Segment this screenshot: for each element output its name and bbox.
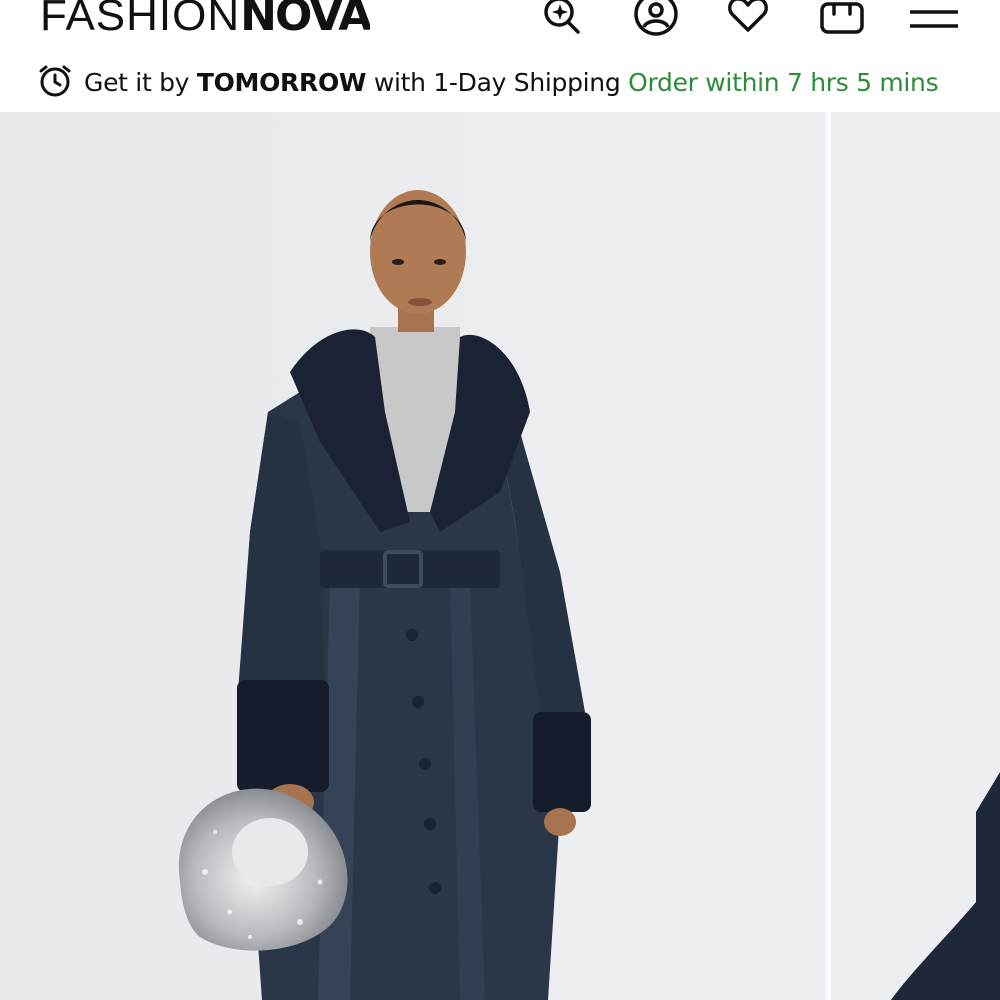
product-gallery[interactable] — [0, 112, 1000, 1000]
clock-icon — [39, 65, 71, 97]
account-icon[interactable] — [632, 0, 680, 40]
product-photo-next[interactable] — [831, 112, 1000, 1000]
shipping-day: TOMORROW — [196, 68, 367, 97]
shipping-countdown: Order within 7 hrs 5 mins — [628, 68, 939, 97]
bag-icon[interactable] — [818, 0, 866, 40]
heart-icon[interactable] — [724, 0, 772, 40]
model-coat-illustration — [0, 112, 826, 1000]
shipping-middle: with 1-Day Shipping — [366, 68, 629, 97]
site-header: FASHION NOVA — [0, 0, 1000, 50]
product-photo-main[interactable] — [0, 112, 826, 1000]
search-sparkle-icon[interactable] — [538, 0, 586, 40]
next-photo-preview — [831, 112, 1000, 1000]
menu-icon[interactable] — [910, 0, 958, 40]
shipping-prefix: Get it by — [84, 68, 197, 97]
header-icons — [0, 0, 1000, 50]
shipping-message: Get it by TOMORROW with 1-Day Shipping O… — [84, 66, 939, 100]
